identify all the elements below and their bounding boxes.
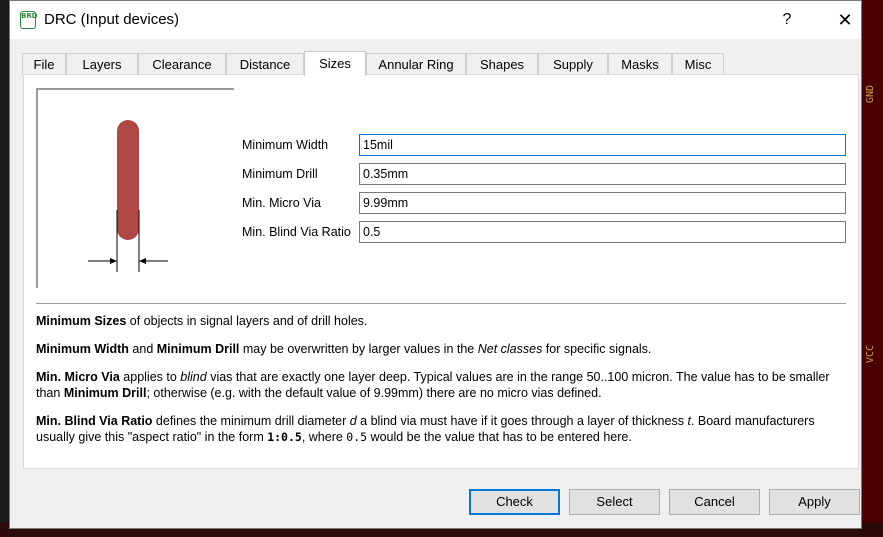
- check-button[interactable]: Check: [469, 489, 560, 515]
- min-micro-via-label: Min. Micro Via: [242, 196, 321, 210]
- trace-width-diagram: [88, 120, 168, 272]
- background-net-label: VCC: [865, 345, 876, 364]
- arrowhead-left: [110, 258, 117, 264]
- tab-distance[interactable]: Distance: [226, 53, 304, 74]
- min-width-label: Minimum Width: [242, 138, 329, 152]
- close-button[interactable]: ✕: [830, 9, 860, 31]
- min-drill-label: Minimum Drill: [242, 167, 318, 181]
- tab-file[interactable]: File: [22, 53, 66, 74]
- min-blind-via-ratio-label: Min. Blind Via Ratio: [242, 225, 351, 239]
- min-micro-via-input[interactable]: [359, 192, 846, 214]
- tab-layers[interactable]: Layers: [66, 53, 138, 74]
- separator: [36, 303, 846, 304]
- help-overwrite-note: Minimum Width and Minimum Drill may be o…: [36, 342, 652, 356]
- select-button[interactable]: Select: [569, 489, 660, 515]
- eagle-board-icon: BRD: [20, 11, 38, 29]
- tab-masks[interactable]: Masks: [608, 53, 672, 74]
- arrowhead-right: [139, 258, 146, 264]
- background-net-label: GND: [865, 85, 876, 104]
- help-micro-via: Min. Micro Via applies to blind vias tha…: [36, 370, 830, 400]
- help-blind-via-ratio: Min. Blind Via Ratio defines the minimum…: [36, 414, 815, 444]
- tab-sizes[interactable]: Sizes: [304, 51, 366, 76]
- title-bar: BRD DRC (Input devices) ? ✕: [10, 1, 861, 39]
- apply-button[interactable]: Apply: [769, 489, 860, 515]
- window-title: DRC (Input devices): [44, 11, 180, 28]
- tab-annular-ring[interactable]: Annular Ring: [366, 53, 466, 74]
- help-button[interactable]: ?: [772, 9, 802, 31]
- background-board-view: GND VCC: [862, 0, 883, 537]
- cancel-button[interactable]: Cancel: [669, 489, 760, 515]
- sizes-panel: Minimum Width Minimum Drill Min. Micro V…: [23, 74, 859, 469]
- min-width-input[interactable]: [359, 134, 846, 156]
- tab-misc[interactable]: Misc: [672, 53, 724, 74]
- tab-shapes[interactable]: Shapes: [466, 53, 538, 74]
- help-minimum-sizes: Minimum Sizes of objects in signal layer…: [36, 314, 368, 328]
- trace-shape: [117, 120, 139, 240]
- tab-supply[interactable]: Supply: [538, 53, 608, 74]
- tab-clearance[interactable]: Clearance: [138, 53, 226, 74]
- min-blind-via-ratio-input[interactable]: [359, 221, 846, 243]
- drc-dialog: BRD DRC (Input devices) ? ✕ File Layers …: [9, 0, 862, 529]
- min-drill-input[interactable]: [359, 163, 846, 185]
- size-illustration: [36, 88, 234, 288]
